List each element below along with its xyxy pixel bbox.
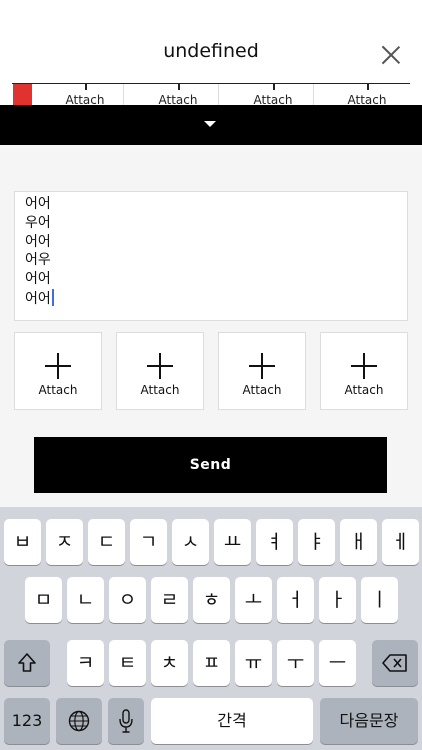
key[interactable]: ㅓ	[277, 577, 314, 623]
strip-attach-item: Attach	[143, 84, 213, 107]
strip-divider	[123, 84, 124, 107]
attach-label: Attach	[344, 383, 384, 397]
key[interactable]: ㅍ	[193, 640, 230, 686]
shift-key[interactable]	[4, 640, 50, 686]
attach-button[interactable]: Attach	[320, 332, 408, 410]
shift-icon	[18, 653, 36, 672]
keyboard: ㅂ ㅈ ㄷ ㄱ ㅅ ㅛ ㅕ ㅑ ㅐ ㅔ ㅁ ㄴ ㅇ ㄹ ㅎ ㅗ ㅓ ㅏ ㅣ ㅋ …	[0, 507, 422, 750]
key[interactable]: ㄱ	[130, 519, 167, 565]
key[interactable]: ㅠ	[235, 640, 272, 686]
plus-icon	[249, 353, 275, 379]
accent-marker	[13, 84, 32, 107]
close-icon[interactable]	[376, 40, 406, 70]
key[interactable]: ㅎ	[193, 577, 230, 623]
compose-panel: 어어 우어 어어 어우 어어 어어 Attach Attach Attach A…	[0, 145, 422, 507]
message-line: 우어	[25, 214, 51, 231]
caret-down-icon[interactable]	[204, 121, 216, 127]
key[interactable]: ㅏ	[319, 577, 356, 623]
attach-label: Attach	[242, 383, 282, 397]
backspace-icon	[382, 654, 407, 672]
key[interactable]: ㅇ	[109, 577, 146, 623]
page-title: undefined	[163, 40, 259, 62]
numbers-key[interactable]: 123	[4, 698, 50, 744]
key[interactable]: ㅈ	[46, 519, 83, 565]
attach-button[interactable]: Attach	[14, 332, 102, 410]
message-input[interactable]: 어어 우어 어어 어우 어어 어어	[14, 191, 408, 321]
message-line-text: 어어	[25, 290, 51, 307]
key[interactable]: ㅊ	[151, 640, 188, 686]
plus-icon	[351, 353, 377, 379]
key[interactable]: ㅜ	[277, 640, 314, 686]
plus-icon	[147, 353, 173, 379]
key[interactable]: ㅗ	[235, 577, 272, 623]
text-cursor	[51, 288, 54, 306]
strip-divider	[313, 84, 314, 107]
key[interactable]: ㅐ	[340, 519, 377, 565]
key[interactable]: ㅛ	[214, 519, 251, 565]
return-key[interactable]: 다음문장	[320, 698, 418, 744]
key[interactable]: ㄴ	[67, 577, 104, 623]
strip-attach-item: Attach	[332, 84, 402, 107]
attachment-strip-behind: Attach Attach Attach Attach	[12, 83, 410, 107]
key[interactable]: ㅕ	[256, 519, 293, 565]
message-line: 어어	[25, 233, 51, 250]
key[interactable]: ㅋ	[67, 640, 104, 686]
message-line: 어우	[25, 252, 51, 269]
microphone-key[interactable]	[108, 698, 144, 744]
strip-attach-item: Attach	[238, 84, 308, 107]
message-line-last: 어어	[25, 288, 397, 309]
plus-icon	[45, 353, 71, 379]
key[interactable]: ㅌ	[109, 640, 146, 686]
key[interactable]: ㅅ	[172, 519, 209, 565]
globe-key[interactable]	[56, 698, 102, 744]
key[interactable]: ㄷ	[88, 519, 125, 565]
send-button[interactable]: Send	[34, 437, 387, 493]
message-line: 어어	[25, 271, 51, 288]
key[interactable]: ㅂ	[4, 519, 41, 565]
strip-divider	[218, 84, 219, 107]
message-line: 어어	[25, 196, 51, 212]
modal-header: undefined	[0, 0, 422, 84]
key[interactable]: ㄹ	[151, 577, 188, 623]
strip-attach-item: Attach	[50, 84, 120, 107]
key[interactable]: ㅑ	[298, 519, 335, 565]
attach-button[interactable]: Attach	[218, 332, 306, 410]
key[interactable]: ㅣ	[361, 577, 398, 623]
microphone-icon	[119, 709, 133, 733]
attach-label: Attach	[38, 383, 78, 397]
globe-icon	[68, 710, 90, 732]
space-key[interactable]: 간격	[151, 698, 313, 744]
backspace-key[interactable]	[372, 640, 418, 686]
key[interactable]: ㅁ	[25, 577, 62, 623]
attach-label: Attach	[140, 383, 180, 397]
attach-button[interactable]: Attach	[116, 332, 204, 410]
key[interactable]: ㅡ	[319, 640, 356, 686]
key[interactable]: ㅔ	[382, 519, 419, 565]
